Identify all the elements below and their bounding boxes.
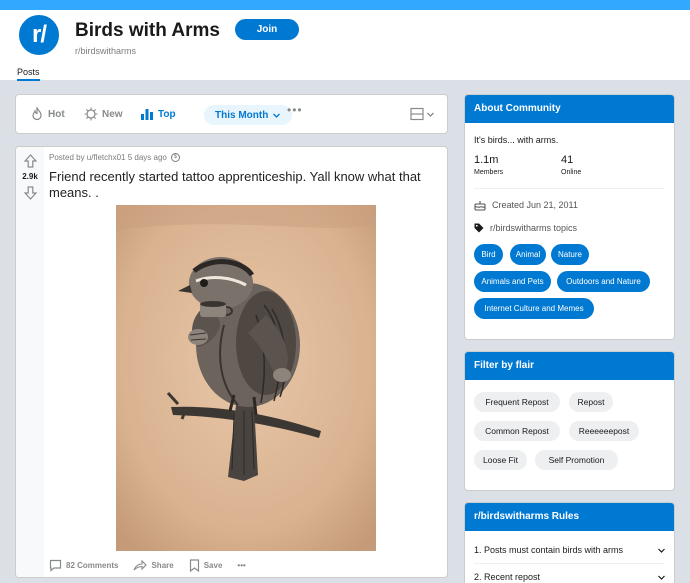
members-count: 1.1m (474, 154, 499, 166)
avatar-text: r/ (31, 21, 47, 48)
award-icon[interactable]: $ (170, 153, 180, 162)
share-button[interactable]: Share (133, 559, 174, 572)
flair-chip-reeeeeepost[interactable]: Reeeeeepost (569, 421, 639, 441)
sparkle-icon (84, 107, 98, 121)
members-label: Members (474, 169, 504, 176)
bar-chart-icon (141, 109, 153, 120)
subreddit-name: r/birdswitharms (75, 46, 137, 56)
chevron-down-icon (273, 113, 281, 118)
flair-chip-self-promotion[interactable]: Self Promotion (535, 450, 618, 470)
vote-column: 2.9k (16, 147, 44, 577)
flair-chip-common-repost[interactable]: Common Repost (474, 421, 560, 441)
save-label: Save (203, 560, 223, 570)
sort-top-label: Top (158, 108, 176, 120)
flame-icon (32, 107, 42, 121)
flair-chip-repost[interactable]: Repost (569, 392, 613, 412)
post-meta: Posted by u/fletchx01 5 days ago $ (49, 153, 180, 162)
sort-hot-button[interactable]: Hot (30, 95, 65, 133)
topics-text: r/birdswitharms topics (490, 223, 578, 233)
chevron-down-icon (658, 548, 665, 553)
chevron-down-icon (427, 112, 434, 117)
join-button[interactable]: Join (235, 19, 299, 40)
sort-more-button[interactable]: ••• (287, 103, 303, 117)
filter-by-flair-card: Filter by flair Frequent Repost Repost C… (464, 351, 675, 491)
post-meta-text: Posted by u/fletchx01 5 days ago (49, 153, 167, 162)
divider (474, 188, 664, 189)
post-image[interactable] (116, 205, 376, 551)
subreddit-header: r/ Birds with Arms r/birdswitharms Join … (0, 10, 690, 81)
created-text: Created Jun 21, 2011 (492, 200, 578, 210)
post-title[interactable]: Friend recently started tattoo apprentic… (49, 169, 441, 201)
chevron-down-icon (658, 575, 665, 580)
topic-chip-bird[interactable]: Bird (474, 244, 503, 265)
tag-icon (474, 223, 484, 233)
created-date: Created Jun 21, 2011 (474, 199, 578, 211)
topic-chip-nature[interactable]: Nature (551, 244, 589, 265)
time-filter-label: This Month (215, 109, 269, 121)
topics-heading: r/birdswitharms topics (474, 223, 577, 233)
post-card[interactable]: 2.9k Posted by u/fletchx01 5 days ago $ … (15, 146, 448, 578)
topic-chip-animal[interactable]: Animal (510, 244, 546, 265)
about-community-card: About Community It's birds... with arms.… (464, 94, 675, 340)
rule-text: 2. Recent repost (474, 572, 541, 582)
topic-chip-outdoors-and-nature[interactable]: Outdoors and Nature (557, 271, 650, 292)
sort-bar: Hot New Top This Month ••• (15, 94, 448, 134)
tab-posts[interactable]: Posts (17, 67, 40, 81)
header-banner (0, 0, 690, 10)
rule-item[interactable]: 1. Posts must contain birds with arms (474, 545, 666, 555)
flair-chip-loose-fit[interactable]: Loose Fit (474, 450, 527, 470)
post-more-button[interactable]: ••• (237, 561, 245, 570)
share-icon (133, 559, 148, 570)
subreddit-title: Birds with Arms (75, 20, 220, 41)
upvote-icon[interactable] (24, 154, 37, 168)
sort-new-label: New (102, 108, 123, 120)
topic-chip-animals-and-pets[interactable]: Animals and Pets (474, 271, 551, 292)
divider (474, 563, 664, 564)
post-actions: 82 Comments Share Save ••• (49, 557, 261, 573)
layout-card-icon (410, 107, 424, 121)
view-layout-button[interactable] (410, 107, 435, 121)
time-filter-dropdown[interactable]: This Month (204, 105, 293, 125)
share-label: Share (151, 560, 174, 570)
downvote-icon[interactable] (24, 186, 37, 200)
flair-chip-frequent-repost[interactable]: Frequent Repost (474, 392, 560, 412)
post-score: 2.9k (22, 172, 38, 181)
rule-text: 1. Posts must contain birds with arms (474, 545, 624, 555)
sort-new-button[interactable]: New (84, 95, 123, 133)
sort-hot-label: Hot (48, 108, 65, 120)
online-label: Online (561, 169, 582, 176)
about-heading: About Community (465, 95, 674, 123)
bookmark-icon (189, 558, 199, 572)
rules-heading: r/birdswitharms Rules (465, 503, 674, 531)
comments-label: 82 Comments (66, 560, 119, 570)
cake-icon (474, 201, 486, 211)
comment-icon (49, 559, 62, 572)
comments-button[interactable]: 82 Comments (49, 559, 118, 572)
sort-top-button[interactable]: Top (140, 95, 176, 133)
community-description: It's birds... with arms. (474, 135, 559, 145)
rule-item[interactable]: 2. Recent repost (474, 572, 666, 582)
flair-heading: Filter by flair (465, 352, 674, 380)
rules-card: r/birdswitharms Rules 1. Posts must cont… (464, 502, 675, 583)
subreddit-avatar[interactable]: r/ (17, 13, 61, 57)
topic-chip-internet-culture[interactable]: Internet Culture and Memes (474, 298, 594, 319)
online-count: 41 (561, 154, 574, 166)
save-button[interactable]: Save (189, 558, 223, 572)
